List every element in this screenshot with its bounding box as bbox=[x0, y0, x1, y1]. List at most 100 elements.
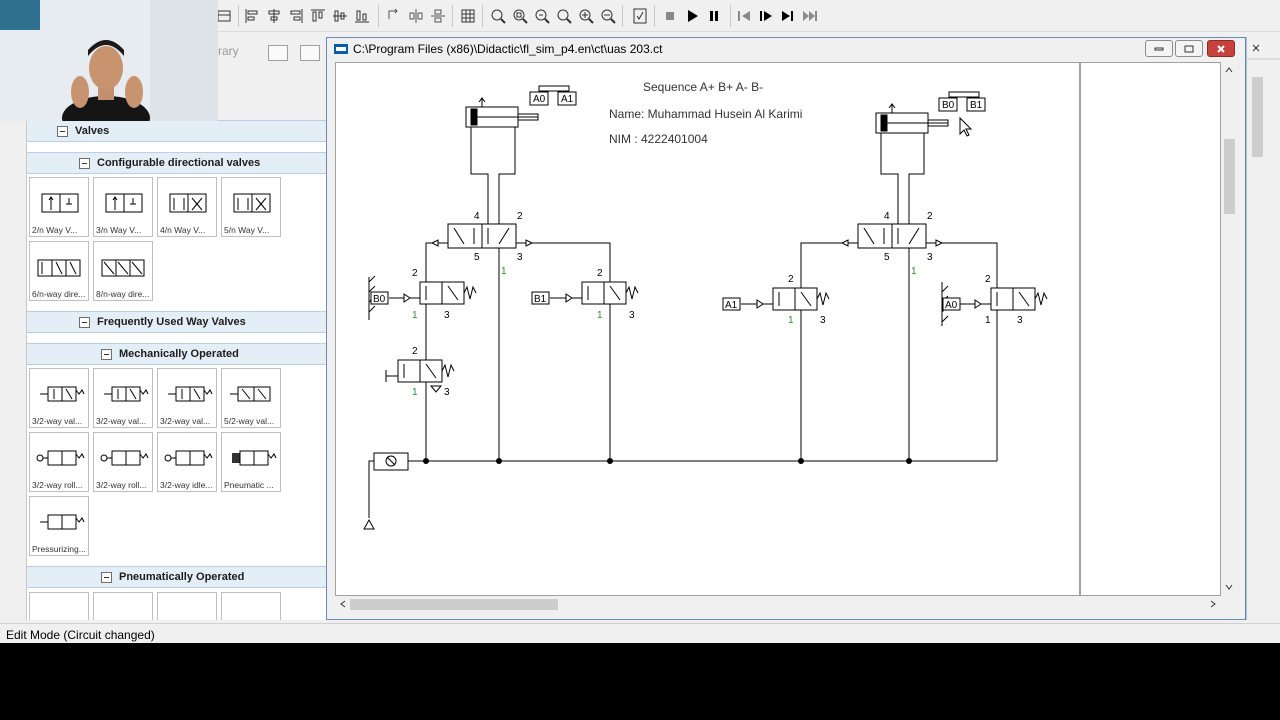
tile-pressurizing[interactable]: Pressurizing... bbox=[29, 496, 89, 556]
port-label-3: 3 bbox=[629, 310, 635, 321]
align-center-icon[interactable] bbox=[264, 6, 284, 26]
vertical-scroll-thumb[interactable] bbox=[1224, 139, 1235, 214]
cylinder-a[interactable] bbox=[465, 97, 539, 128]
play-icon[interactable] bbox=[682, 6, 702, 26]
library-minimize-button[interactable] bbox=[268, 45, 288, 61]
limit-valve-b1[interactable] bbox=[550, 281, 639, 305]
tile-pneumatic-valve-d[interactable] bbox=[221, 592, 281, 620]
single-step-icon[interactable] bbox=[756, 6, 776, 26]
tile-caption: 5/2-way val... bbox=[224, 416, 275, 426]
tile-32-way-valve-b[interactable]: 3/2-way val... bbox=[93, 368, 153, 428]
sensor-a0[interactable]: A0 bbox=[529, 91, 549, 106]
tile-pneumatic[interactable]: Pneumatic ... bbox=[221, 432, 281, 492]
main-valve-a[interactable] bbox=[430, 223, 534, 249]
status-text: Edit Mode (Circuit changed) bbox=[6, 628, 155, 642]
tile-32-way-roller-a[interactable]: 3/2-way roll... bbox=[29, 432, 89, 492]
close-button[interactable] bbox=[1207, 40, 1235, 57]
zoom-out-icon[interactable] bbox=[598, 6, 618, 26]
tile-caption: 2/n Way V... bbox=[32, 225, 78, 235]
tile-pneumatic-valve-c[interactable] bbox=[157, 592, 217, 620]
vertical-scrollbar[interactable] bbox=[1221, 62, 1238, 596]
tile-32-way-valve-a[interactable]: 3/2-way val... bbox=[29, 368, 89, 428]
mirror-horizontal-icon[interactable] bbox=[406, 6, 426, 26]
tile-5n-way-valve[interactable]: 5/n Way V... bbox=[221, 177, 281, 237]
service-unit[interactable] bbox=[363, 452, 409, 530]
port-label-2: 2 bbox=[412, 268, 418, 279]
align-right-icon[interactable] bbox=[286, 6, 306, 26]
category-label: Configurable directional valves bbox=[97, 157, 261, 169]
collapse-icon[interactable] bbox=[79, 316, 90, 328]
category-frequently-used[interactable]: Frequently Used Way Valves bbox=[27, 311, 326, 333]
sequence-label: Sequence A+ B+ A- B- bbox=[643, 80, 763, 94]
category-valves[interactable]: Valves bbox=[27, 120, 326, 142]
restore-button[interactable] bbox=[1175, 40, 1203, 57]
check-drawing-icon[interactable] bbox=[630, 6, 650, 26]
step-to-end-icon[interactable] bbox=[778, 6, 798, 26]
port-label-3: 3 bbox=[927, 252, 933, 263]
align-bottom-icon[interactable] bbox=[352, 6, 372, 26]
zoom-all-icon[interactable] bbox=[554, 6, 574, 26]
pause-icon[interactable] bbox=[704, 6, 724, 26]
rotate-icon[interactable] bbox=[384, 6, 404, 26]
svg-text:B1: B1 bbox=[534, 294, 547, 305]
app-root: rary Valves Configurable directional val… bbox=[0, 0, 1280, 720]
cylinder-b[interactable] bbox=[875, 103, 949, 134]
name-label: Name: Muhammad Husein Al Karimi bbox=[609, 107, 802, 121]
tile-8n-way-valve[interactable]: 8/n-way dire... bbox=[93, 241, 153, 301]
port-label-5: 5 bbox=[884, 252, 890, 263]
grid-icon[interactable] bbox=[458, 6, 478, 26]
port-label-3: 3 bbox=[820, 315, 826, 326]
align-top-icon[interactable] bbox=[308, 6, 328, 26]
category-mechanically-operated[interactable]: Mechanically Operated bbox=[27, 343, 326, 365]
collapse-icon[interactable] bbox=[101, 348, 112, 360]
zoom-in-icon[interactable] bbox=[576, 6, 596, 26]
tile-32-way-valve-c[interactable]: 3/2-way val... bbox=[157, 368, 217, 428]
circuit-window: C:\Program Files (x86)\Didactic\fl_sim_p… bbox=[326, 37, 1246, 620]
limit-valve-a1[interactable] bbox=[741, 287, 830, 311]
zoom-100-icon[interactable] bbox=[488, 6, 508, 26]
horizontal-scrollbar[interactable] bbox=[335, 596, 1221, 613]
port-label-1: 1 bbox=[412, 387, 418, 398]
horizontal-scroll-thumb[interactable] bbox=[350, 599, 558, 610]
library-maximize-button[interactable] bbox=[300, 45, 320, 61]
svg-text:B0: B0 bbox=[373, 294, 386, 305]
svg-text:B1: B1 bbox=[970, 100, 983, 111]
mirror-vertical-icon[interactable] bbox=[428, 6, 448, 26]
collapse-icon[interactable] bbox=[101, 571, 112, 583]
stop-icon[interactable] bbox=[660, 6, 680, 26]
collapse-icon[interactable] bbox=[79, 157, 90, 169]
reset-icon[interactable] bbox=[734, 6, 754, 26]
scroll-down-icon[interactable] bbox=[1225, 584, 1233, 590]
supply-lines bbox=[408, 248, 998, 462]
collapse-icon[interactable] bbox=[57, 125, 68, 137]
category-pneumatically-operated[interactable]: Pneumatically Operated bbox=[27, 566, 326, 588]
tile-6n-way-valve[interactable]: 6/n-way dire... bbox=[29, 241, 89, 301]
sensor-b0[interactable]: B0 bbox=[938, 97, 958, 112]
tile-4n-way-valve[interactable]: 4/n Way V... bbox=[157, 177, 217, 237]
zoom-fit-icon[interactable] bbox=[510, 6, 530, 26]
main-valve-b[interactable] bbox=[840, 223, 944, 249]
circuit-window-title: C:\Program Files (x86)\Didactic\fl_sim_p… bbox=[353, 42, 663, 56]
align-left-icon[interactable] bbox=[242, 6, 262, 26]
category-label: Mechanically Operated bbox=[119, 348, 239, 360]
tile-3n-way-valve[interactable]: 3/n Way V... bbox=[93, 177, 153, 237]
tile-2n-way-valve[interactable]: 2/n Way V... bbox=[29, 177, 89, 237]
tile-52-way-valve[interactable]: 5/2-way val... bbox=[221, 368, 281, 428]
tile-pneumatic-valve-b[interactable] bbox=[93, 592, 153, 620]
tile-caption: 3/2-way roll... bbox=[32, 480, 83, 490]
scroll-up-icon[interactable] bbox=[1225, 67, 1233, 73]
zoom-window-icon[interactable] bbox=[532, 6, 552, 26]
scroll-right-icon[interactable] bbox=[1210, 600, 1216, 608]
category-configurable-valves[interactable]: Configurable directional valves bbox=[27, 152, 326, 174]
tile-caption: 8/n-way dire... bbox=[96, 289, 150, 299]
minimize-button[interactable] bbox=[1145, 40, 1173, 57]
tile-pneumatic-valve-a[interactable] bbox=[29, 592, 89, 620]
circuit-canvas[interactable]: Sequence A+ B+ A- B- Name: Muhammad Huse… bbox=[335, 62, 1221, 596]
scroll-left-icon[interactable] bbox=[340, 600, 346, 608]
tile-32-way-roller-b[interactable]: 3/2-way roll... bbox=[93, 432, 153, 492]
align-middle-icon[interactable] bbox=[330, 6, 350, 26]
tile-caption: 5/n Way V... bbox=[224, 225, 270, 235]
fast-forward-icon[interactable] bbox=[800, 6, 820, 26]
tile-32-way-idle-roller[interactable]: 3/2-way idle... bbox=[157, 432, 217, 492]
category-label: Pneumatically Operated bbox=[119, 571, 245, 583]
